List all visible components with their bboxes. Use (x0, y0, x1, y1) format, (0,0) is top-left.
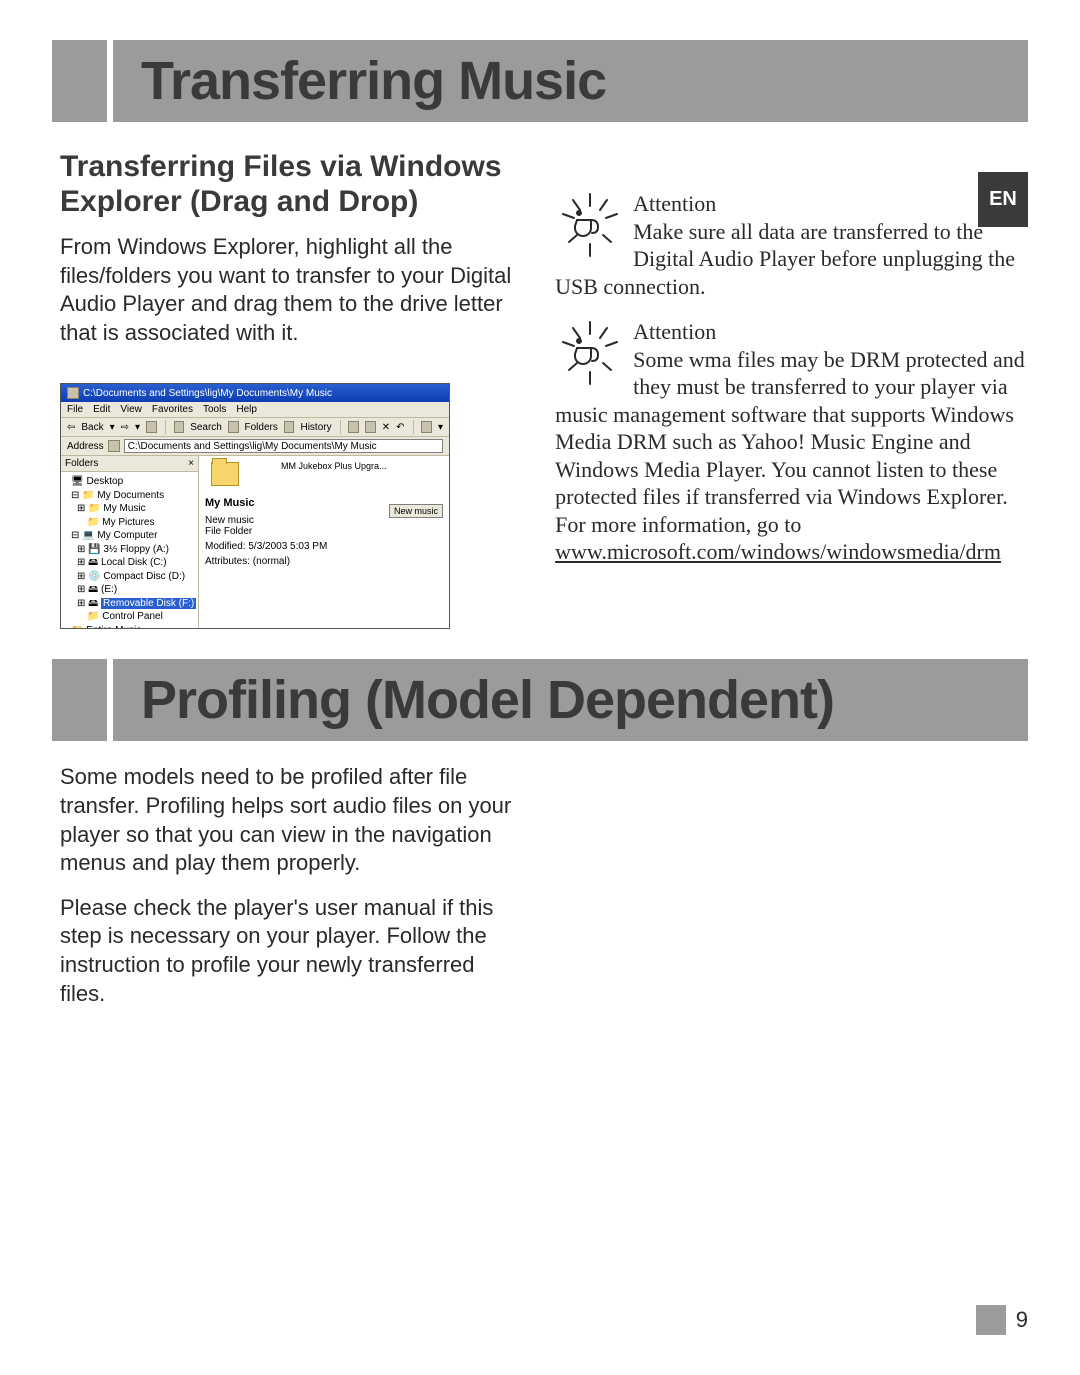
folders-icon[interactable] (228, 421, 239, 433)
attention1-heading: Attention (633, 191, 716, 216)
page-number-wrap: 9 (976, 1305, 1028, 1335)
attention2-link[interactable]: www.microsoft.com/windows/windowsmedia/d… (555, 539, 1001, 564)
details-line-4: Attributes: (normal) (205, 556, 443, 567)
attention-box-2: Attention Some wma files may be DRM prot… (555, 318, 1028, 566)
section2-para2: Please check the player's user manual if… (60, 894, 525, 1008)
section1-banner: Transferring Music (52, 40, 1028, 122)
explorer-toolbar: ⇦ Back ▾ ⇨ ▾ Search Folders History (61, 418, 449, 437)
details-title: My Music (205, 497, 255, 509)
tree-mymusic[interactable]: ⊞ 📁 My Music (77, 502, 194, 516)
toolbar-ic1[interactable] (348, 421, 359, 433)
section2-title: Profiling (Model Dependent) (141, 669, 1008, 731)
section1-subhead: Transferring Files via Windows Explorer … (60, 150, 525, 219)
folder-tree[interactable]: Folders × 🖥 Desktop ⊟ 📁 My Documents ⊞ 📁… (61, 456, 199, 628)
back-icon[interactable]: ⇦ (67, 422, 75, 433)
menu-view[interactable]: View (120, 404, 142, 415)
attention-box-1: Attention Make sure all data are transfe… (555, 190, 1028, 300)
attention-icon (555, 190, 625, 260)
address-icon (108, 440, 120, 452)
undo-icon[interactable]: ↶ (396, 422, 404, 433)
menu-file[interactable]: File (67, 404, 83, 415)
content-label-1: MM Jukebox Plus Upgra... (281, 462, 387, 472)
tree-cd[interactable]: ⊞ 💿 Compact Disc (D:) (77, 570, 194, 584)
explorer-menubar: File Edit View Favorites Tools Help (61, 402, 449, 418)
back-button[interactable]: Back (81, 422, 103, 433)
close-icon[interactable]: × (188, 458, 194, 469)
forward-icon[interactable]: ⇨ (121, 422, 129, 433)
views-icon[interactable] (421, 421, 432, 433)
attention2-text2: For more information, go to (555, 512, 801, 537)
menu-favorites[interactable]: Favorites (152, 404, 193, 415)
page-number-block (976, 1305, 1006, 1335)
address-input[interactable] (124, 439, 443, 453)
tree-mydocs[interactable]: ⊟ 📁 My Documents ⊞ 📁 My Music 📁 My Pictu… (71, 489, 194, 530)
details-line-3: Modified: 5/3/2003 5:03 PM (205, 541, 443, 552)
explorer-addressbar: Address (61, 437, 449, 456)
folders-pane-label: Folders (65, 458, 98, 469)
folders-button[interactable]: Folders (245, 422, 278, 433)
tree-removable[interactable]: ⊞ 🖴 Removable Disk (F:) (77, 597, 194, 611)
up-icon[interactable] (146, 421, 157, 433)
content-icon-1[interactable] (205, 462, 245, 489)
explorer-screenshot: C:\Documents and Settings\lig\My Documen… (60, 383, 450, 629)
section2-banner: Profiling (Model Dependent) (52, 659, 1028, 741)
tree-desktop[interactable]: 🖥 Desktop (71, 475, 194, 489)
history-icon[interactable] (284, 421, 295, 433)
section1-body: From Windows Explorer, highlight all the… (60, 233, 525, 347)
window-icon (67, 387, 79, 399)
search-button[interactable]: Search (190, 422, 222, 433)
tree-controlpanel[interactable]: 📁 Control Panel (77, 610, 194, 624)
menu-tools[interactable]: Tools (203, 404, 226, 415)
explorer-title-text: C:\Documents and Settings\lig\My Documen… (83, 388, 332, 399)
menu-help[interactable]: Help (236, 404, 257, 415)
tree-floppy[interactable]: ⊞ 💾 3½ Floppy (A:) (77, 543, 194, 557)
tree-localdisk[interactable]: ⊞ 🖴 Local Disk (C:) (77, 556, 194, 570)
attention2-heading: Attention (633, 319, 716, 344)
attention-icon (555, 318, 625, 388)
menu-edit[interactable]: Edit (93, 404, 110, 415)
search-icon[interactable] (174, 421, 185, 433)
section1-title: Transferring Music (141, 50, 1008, 112)
explorer-titlebar: C:\Documents and Settings\lig\My Documen… (61, 384, 449, 402)
tree-mycomputer[interactable]: ⊟ 💻 My Computer ⊞ 💾 3½ Floppy (A:) ⊞ 🖴 L… (71, 529, 194, 624)
page-number: 9 (1016, 1307, 1028, 1333)
language-tab: EN (978, 172, 1028, 227)
address-label: Address (67, 441, 104, 452)
details-line-2: File Folder (205, 526, 443, 537)
tree-e[interactable]: ⊞ 🖴 (E:) (77, 583, 194, 597)
attention2-text1: Some wma files may be DRM protected and … (555, 347, 1025, 510)
history-button[interactable]: History (300, 422, 331, 433)
tree-entiremusic[interactable]: 📁 Entire Music (71, 624, 194, 629)
tree-mypictures[interactable]: 📁 My Pictures (77, 516, 194, 530)
toolbar-ic2[interactable] (365, 421, 376, 433)
manual-page: EN Transferring Music Transferring Files… (0, 0, 1080, 1375)
section2-para1: Some models need to be profiled after fi… (60, 763, 525, 877)
delete-icon[interactable]: ✕ (382, 422, 390, 433)
explorer-content[interactable]: MM Jukebox Plus Upgra... New music My Mu… (199, 456, 449, 628)
new-music-marker: New music (389, 504, 443, 518)
